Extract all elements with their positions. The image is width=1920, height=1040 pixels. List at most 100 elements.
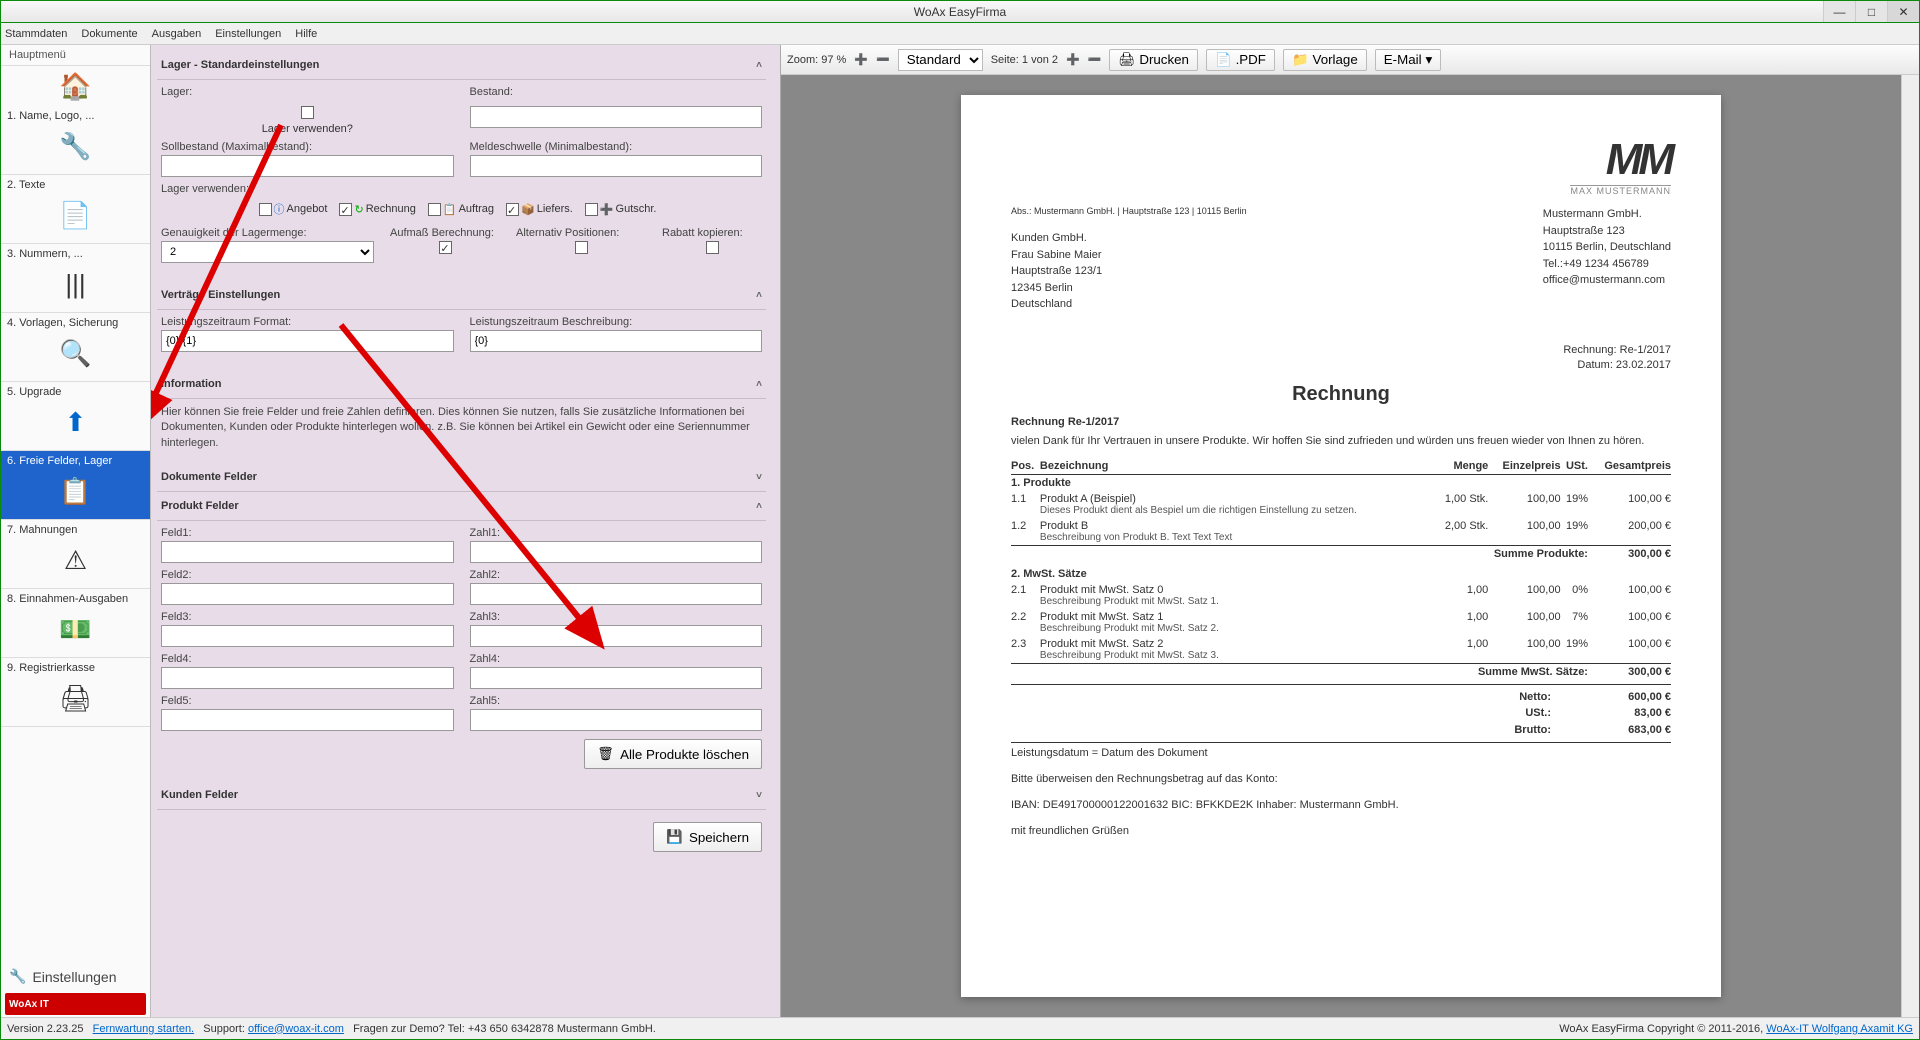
barcode-icon: ||| <box>7 260 144 308</box>
logo-text: MM <box>1570 135 1671 185</box>
genauigkeit-select[interactable]: 2 <box>161 241 374 263</box>
lager-verwenden-checkbox[interactable] <box>301 106 314 119</box>
pdf-button[interactable]: 📄.PDF <box>1206 49 1275 71</box>
arrow-up-icon: ⬆ <box>7 398 144 446</box>
money-icon: 💵 <box>7 605 144 653</box>
section-dokumente-felder[interactable]: Dokumente Felder˅ <box>157 463 766 492</box>
search-icon: 🔍 <box>7 329 144 377</box>
zahl1-input[interactable] <box>470 541 763 563</box>
maximize-button[interactable]: □ <box>1855 1 1887 22</box>
company-link[interactable]: WoAx-IT Wolfgang Axamit KG <box>1766 1023 1913 1035</box>
menu-stammdaten[interactable]: Stammdaten <box>5 28 67 40</box>
page-label: Seite: 1 von 2 <box>991 54 1058 66</box>
menu-einstellungen[interactable]: Einstellungen <box>215 28 281 40</box>
menu-hilfe[interactable]: Hilfe <box>295 28 317 40</box>
table-row: 1.1Produkt A (Beispiel)Dieses Produkt di… <box>1011 491 1671 518</box>
feld5-input[interactable] <box>161 709 454 731</box>
sidebar-header: Hauptmenü <box>1 45 150 66</box>
app-title: WoAx EasyFirma <box>914 5 1006 19</box>
preview-canvas[interactable]: MM MAX MUSTERMANN Abs.: Mustermann GmbH.… <box>781 75 1901 1017</box>
zahl4-input[interactable] <box>470 667 763 689</box>
angebot-checkbox[interactable] <box>259 203 272 216</box>
wrench-icon: 🔧 <box>9 968 26 985</box>
zahl3-input[interactable] <box>470 625 763 647</box>
feld4-input[interactable] <box>161 667 454 689</box>
email-button[interactable]: E-Mail ▾ <box>1375 49 1441 71</box>
feld2-input[interactable] <box>161 583 454 605</box>
minimize-button[interactable]: — <box>1823 1 1855 22</box>
sidebar: Hauptmenü 🏠 1. Name, Logo, ...🔧 2. Texte… <box>1 45 151 1017</box>
invoice-table: Pos.BezeichnungMengeEinzelpreisUSt.Gesam… <box>1011 458 1671 680</box>
bestand-input[interactable] <box>470 106 763 128</box>
sidebar-item-registrierkasse[interactable]: 9. Registrierkasse🖨 <box>1 658 150 727</box>
support-email-link[interactable]: office@woax-it.com <box>248 1023 344 1035</box>
table-row: 2.1Produkt mit MwSt. Satz 0Beschreibung … <box>1011 582 1671 609</box>
section-lager[interactable]: Lager - Standardeinstellungen˄ <box>157 51 766 80</box>
document-icon: 📄 <box>7 191 144 239</box>
feld3-input[interactable] <box>161 625 454 647</box>
lz-format-input[interactable] <box>161 330 454 352</box>
vorlage-button[interactable]: 📁Vorlage <box>1283 49 1367 71</box>
zoom-out-icon[interactable]: ➖ <box>876 53 890 66</box>
section-kunden-felder[interactable]: Kunden Felder˅ <box>157 781 766 810</box>
view-select[interactable]: Standard <box>898 49 983 71</box>
chevron-up-icon: ˄ <box>756 290 762 301</box>
liefers-checkbox[interactable]: ✓ <box>506 203 519 216</box>
meldeschwelle-input[interactable] <box>470 155 763 177</box>
warning-icon: ⚠ <box>7 536 144 584</box>
sollbestand-input[interactable] <box>161 155 454 177</box>
fernwartung-link[interactable]: Fernwartung starten. <box>93 1023 195 1035</box>
alternativ-checkbox[interactable] <box>575 241 588 254</box>
section-vertraege[interactable]: Verträge Einstellungen˄ <box>157 281 766 310</box>
sidebar-item-mahnungen[interactable]: 7. Mahnungen⚠ <box>1 520 150 589</box>
sidebar-item-freie-felder[interactable]: 6. Freie Felder, Lager📋 <box>1 451 150 520</box>
zahl5-input[interactable] <box>470 709 763 731</box>
preview-panel: Zoom: 97 % ➕ ➖ Standard Seite: 1 von 2 ➕ ➖… <box>781 45 1919 1017</box>
aufmass-checkbox[interactable]: ✓ <box>439 241 452 254</box>
page-prev-icon[interactable]: ➖ <box>1088 53 1102 66</box>
rechnung-checkbox[interactable]: ✓ <box>339 203 352 216</box>
section-produkt-felder[interactable]: Produkt Felder˄ <box>157 492 766 521</box>
sidebar-item-upgrade[interactable]: 5. Upgrade⬆ <box>1 382 150 451</box>
invoice-page: MM MAX MUSTERMANN Abs.: Mustermann GmbH.… <box>961 95 1721 997</box>
folder-icon: 📁 <box>1292 52 1309 68</box>
printer-icon: 🖨 <box>1118 52 1135 68</box>
chevron-up-icon: ˄ <box>756 379 762 390</box>
zahl2-input[interactable] <box>470 583 763 605</box>
sidebar-item-vorlagen[interactable]: 4. Vorlagen, Sicherung🔍 <box>1 313 150 382</box>
brand-logo: WoAx IT <box>5 993 146 1015</box>
zoom-label: Zoom: 97 % <box>787 54 846 66</box>
statusbar: Version 2.23.25 Fernwartung starten. Sup… <box>1 1017 1919 1039</box>
pdf-icon: 📄 <box>1215 52 1232 68</box>
scrollbar[interactable] <box>1901 75 1919 1017</box>
menu-ausgaben[interactable]: Ausgaben <box>152 28 202 40</box>
zoom-in-icon[interactable]: ➕ <box>854 53 868 66</box>
alle-produkte-loeschen-button[interactable]: 🗑Alle Produkte löschen <box>584 739 762 769</box>
rabatt-checkbox[interactable] <box>706 241 719 254</box>
save-icon: 💾 <box>666 829 683 845</box>
sidebar-item-einnahmen[interactable]: 8. Einnahmen-Ausgaben💵 <box>1 589 150 658</box>
section-information[interactable]: Information˄ <box>157 370 766 399</box>
trash-icon: 🗑 <box>597 746 614 762</box>
sidebar-item-name-logo[interactable]: 1. Name, Logo, ...🔧 <box>1 106 150 175</box>
lz-beschr-input[interactable] <box>470 330 763 352</box>
chevron-up-icon: ˄ <box>756 501 762 512</box>
settings-panel: Lager - Standardeinstellungen˄ Lager: Be… <box>151 45 781 1017</box>
close-button[interactable]: ✕ <box>1887 1 1919 22</box>
page-next-icon[interactable]: ➕ <box>1066 53 1080 66</box>
speichern-button[interactable]: 💾Speichern <box>653 822 762 852</box>
wrench-icon: 🔧 <box>7 122 144 170</box>
feld1-input[interactable] <box>161 541 454 563</box>
table-row: 1.2Produkt BBeschreibung von Produkt B. … <box>1011 518 1671 546</box>
sidebar-item-texte[interactable]: 2. Texte📄 <box>1 175 150 244</box>
auftrag-checkbox[interactable] <box>428 203 441 216</box>
menu-dokumente[interactable]: Dokumente <box>81 28 137 40</box>
gutschr-checkbox[interactable] <box>585 203 598 216</box>
chevron-up-icon: ˄ <box>756 60 762 71</box>
chevron-down-icon: ˅ <box>756 790 762 801</box>
preview-toolbar: Zoom: 97 % ➕ ➖ Standard Seite: 1 von 2 ➕ ➖… <box>781 45 1919 75</box>
drucken-button[interactable]: 🖨Drucken <box>1109 49 1198 71</box>
sidebar-footer: 🔧Einstellungen <box>1 960 150 993</box>
register-icon: 🖨 <box>7 674 144 722</box>
sidebar-item-nummern[interactable]: 3. Nummern, ...||| <box>1 244 150 313</box>
